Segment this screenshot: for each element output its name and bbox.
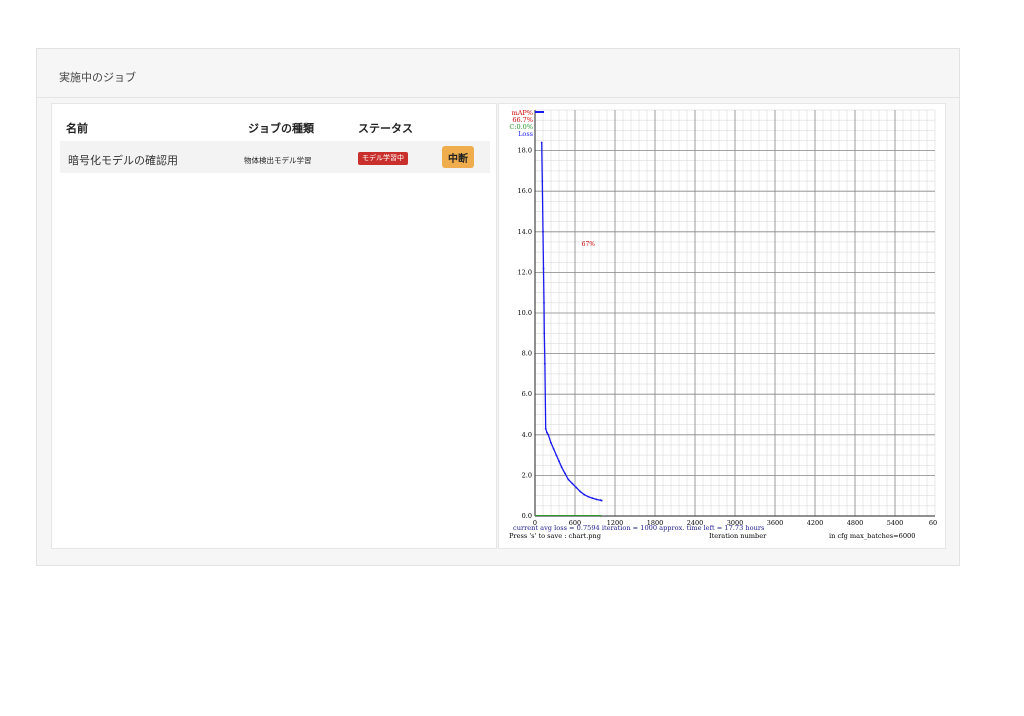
y-tick-label: 10.0 bbox=[518, 309, 532, 317]
x-tick-label: 60 bbox=[929, 519, 937, 527]
series-loss-point bbox=[583, 493, 586, 496]
series-loss-point bbox=[541, 180, 544, 182]
training-chart: 0.0 2.0 4.0 6.0 8.0 10.0 12.0 14.0 16.0 18.0 0 600 1… bbox=[498, 103, 946, 549]
column-header-name: 名前 bbox=[66, 122, 88, 135]
series-loss-point bbox=[600, 499, 603, 502]
series-loss-point bbox=[547, 433, 550, 436]
map-annotation: 67% bbox=[582, 241, 596, 248]
series-loss-point bbox=[550, 442, 552, 444]
series-loss-point bbox=[558, 460, 560, 463]
y-tick-label: 0.0 bbox=[522, 512, 532, 520]
series-loss-point bbox=[542, 267, 545, 270]
job-type: 物体検出モデル学習 bbox=[244, 156, 312, 165]
series-loss-point bbox=[555, 454, 558, 456]
legend-loss-label: Loss bbox=[518, 130, 533, 138]
y-tick-label: 18.0 bbox=[518, 147, 532, 155]
series-loss-point bbox=[564, 472, 566, 475]
running-jobs-card: 実施中のジョブ 名前 ジョブの種類 ステータス 暗号化モデルの確認用 物体検出モ… bbox=[36, 48, 960, 566]
series-loss-point bbox=[571, 482, 574, 485]
status-save-hint: Press 's' to save : chart.png bbox=[509, 532, 602, 540]
card-header: 実施中のジョブ bbox=[37, 49, 959, 98]
x-axis-title: Iteration number bbox=[709, 532, 767, 540]
y-tick-label: 4.0 bbox=[522, 431, 532, 439]
loss-chart-svg: 0.02.04.06.08.010.012.014.016.018.00 600 1… bbox=[509, 109, 937, 540]
series-loss-point bbox=[567, 478, 570, 481]
series-loss-point bbox=[552, 448, 555, 450]
series-loss-point bbox=[543, 362, 546, 365]
series-loss-point bbox=[591, 497, 594, 500]
stop-button[interactable]: 中断 bbox=[442, 146, 474, 168]
x-tick-label: 3600 bbox=[767, 519, 784, 527]
series-loss-point bbox=[587, 495, 590, 498]
x-tick-label: 4200 bbox=[807, 519, 824, 527]
series-loss-point bbox=[546, 431, 548, 434]
series-loss-point bbox=[544, 427, 547, 430]
x-tick-label: 5400 bbox=[887, 519, 904, 527]
series-loss-point bbox=[540, 141, 543, 144]
series-loss-point bbox=[543, 301, 545, 304]
jobs-table: 名前 ジョブの種類 ステータス 暗号化モデルの確認用 物体検出モデル学習 モデル… bbox=[51, 103, 497, 549]
y-tick-label: 16.0 bbox=[518, 187, 532, 195]
series-loss-line bbox=[541, 142, 602, 502]
table-row: 暗号化モデルの確認用 物体検出モデル学習 モデル学習中 中断 bbox=[60, 141, 490, 173]
series-loss-point bbox=[560, 466, 563, 469]
series-loss-point bbox=[595, 498, 598, 501]
card-title: 実施中のジョブ bbox=[59, 71, 136, 84]
y-tick-label: 8.0 bbox=[522, 350, 532, 358]
max-batches-label: in cfg max_batches=6000 bbox=[829, 532, 915, 540]
y-tick-label: 2.0 bbox=[522, 471, 532, 479]
status-badge: モデル学習中 bbox=[358, 152, 408, 165]
series-loss-point bbox=[579, 490, 582, 493]
y-tick-label: 12.0 bbox=[518, 268, 532, 276]
column-header-status: ステータス bbox=[358, 122, 413, 135]
series-loss-point bbox=[543, 332, 546, 335]
column-header-job-type: ジョブの種類 bbox=[248, 122, 314, 135]
x-tick-label: 4800 bbox=[847, 519, 864, 527]
job-name: 暗号化モデルの確認用 bbox=[68, 154, 178, 167]
series-loss-point bbox=[542, 230, 544, 233]
y-tick-label: 6.0 bbox=[522, 390, 532, 398]
status-line-1: current avg loss = 0.7594 iteration = 10… bbox=[513, 524, 765, 532]
y-tick-label: 14.0 bbox=[518, 228, 532, 236]
series-loss-point bbox=[575, 486, 578, 489]
